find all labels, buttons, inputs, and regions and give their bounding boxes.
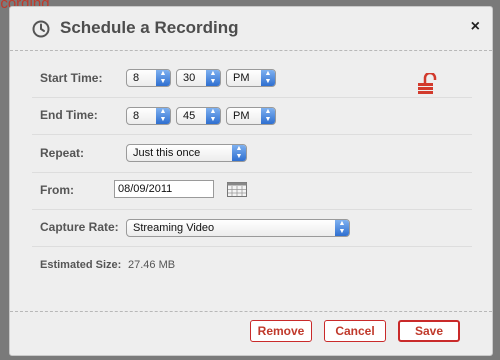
end-time-label: End Time: xyxy=(40,108,98,122)
end-ampm-value: PM xyxy=(233,110,250,122)
start-hour-value: 8 xyxy=(133,72,140,84)
from-date-input[interactable]: 08/09/2011 xyxy=(114,180,214,198)
dialog-title: Schedule a Recording xyxy=(60,18,239,37)
clock-icon xyxy=(32,20,50,38)
from-row: From: xyxy=(32,173,472,210)
save-button[interactable]: Save xyxy=(398,320,460,342)
unlock-icon[interactable] xyxy=(416,73,440,95)
close-icon[interactable]: × xyxy=(471,18,480,36)
start-hour-select[interactable]: 8 ▲ ▼ xyxy=(126,69,171,87)
chevron-updown-icon: ▲ ▼ xyxy=(206,70,220,86)
end-hour-value: 8 xyxy=(133,110,140,122)
repeat-label: Repeat: xyxy=(40,146,85,160)
dialog-header: Schedule a Recording × xyxy=(10,7,492,51)
chevron-updown-icon: ▲ ▼ xyxy=(232,145,246,161)
start-minute-select[interactable]: 30 ▲ ▼ xyxy=(176,69,221,87)
chevron-updown-icon: ▲ ▼ xyxy=(261,108,275,124)
cancel-button[interactable]: Cancel xyxy=(324,320,386,342)
footer-divider xyxy=(10,311,492,312)
estimated-size-label: Estimated Size: xyxy=(40,259,122,271)
capture-rate-value: Streaming Video xyxy=(133,222,215,234)
end-minute-value: 45 xyxy=(183,110,196,122)
end-ampm-select[interactable]: PM ▲ ▼ xyxy=(226,107,276,125)
estimated-size-value: 27.46 MB xyxy=(128,259,176,271)
chevron-updown-icon: ▲ ▼ xyxy=(206,108,220,124)
chevron-updown-icon: ▲ ▼ xyxy=(261,70,275,86)
chevron-updown-icon: ▲ ▼ xyxy=(156,70,170,86)
start-ampm-select[interactable]: PM ▲ ▼ xyxy=(226,69,276,87)
start-minute-value: 30 xyxy=(183,72,196,84)
start-ampm-value: PM xyxy=(233,72,250,84)
repeat-select[interactable]: Just this once ▲ ▼ xyxy=(126,144,247,162)
capture-rate-select[interactable]: Streaming Video ▲ ▼ xyxy=(126,219,350,237)
end-minute-select[interactable]: 45 ▲ ▼ xyxy=(176,107,221,125)
schedule-recording-dialog: Schedule a Recording × Start Time: 8 ▲ ▼ … xyxy=(9,6,493,356)
repeat-value: Just this once xyxy=(133,147,201,159)
capture-rate-label: Capture Rate: xyxy=(40,220,119,234)
remove-button[interactable]: Remove xyxy=(250,320,312,342)
from-label: From: xyxy=(40,183,74,197)
repeat-row: Repeat: xyxy=(32,135,472,173)
chevron-updown-icon: ▲ ▼ xyxy=(335,220,349,236)
start-time-label: Start Time: xyxy=(40,71,103,85)
end-hour-select[interactable]: 8 ▲ ▼ xyxy=(126,107,171,125)
calendar-icon[interactable] xyxy=(227,182,247,197)
chevron-updown-icon: ▲ ▼ xyxy=(156,108,170,124)
